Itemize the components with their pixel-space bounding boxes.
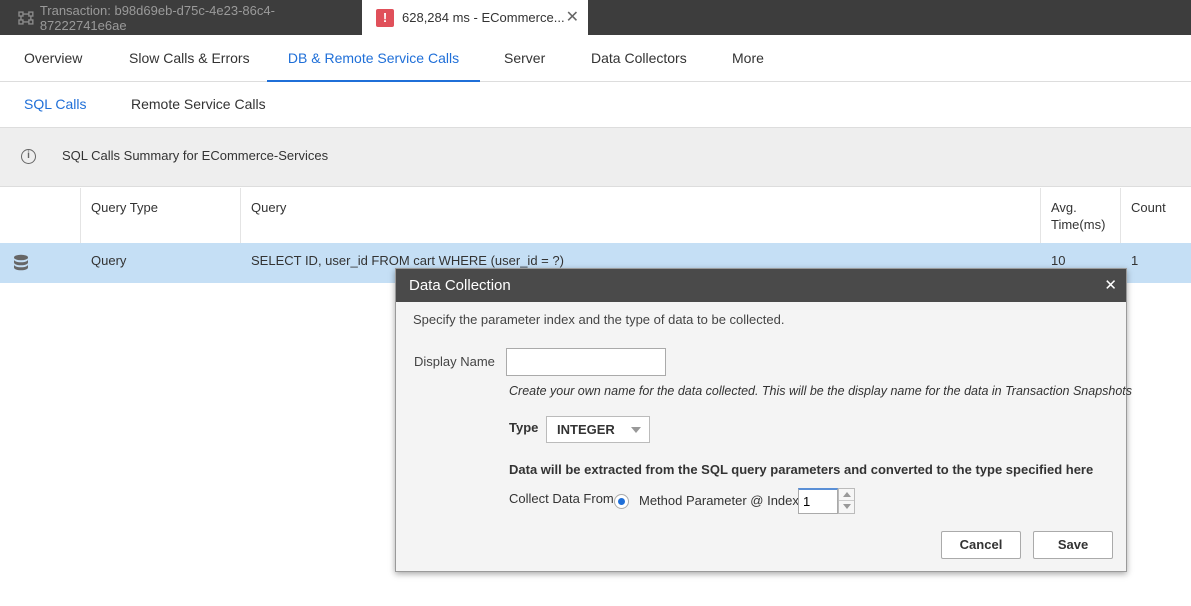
header-avg-time[interactable]: Avg. Time(ms) <box>1040 188 1120 243</box>
summary-title: SQL Calls Summary for ECommerce-Services <box>62 148 329 163</box>
save-button[interactable]: Save <box>1033 531 1113 559</box>
tab-more[interactable]: More <box>732 35 764 82</box>
type-select[interactable]: INTEGER <box>546 416 650 443</box>
summary-bar: i SQL Calls Summary for ECommerce-Servic… <box>0 128 1191 187</box>
close-icon[interactable]: ✕ <box>566 7 579 27</box>
display-name-hint: Create your own name for the data collec… <box>509 384 1133 398</box>
cancel-button[interactable]: Cancel <box>941 531 1021 559</box>
subtab-remote-service-calls[interactable]: Remote Service Calls <box>131 82 266 127</box>
chevron-down-icon <box>631 427 641 433</box>
table-header: Query Type Query Avg. Time(ms) Count <box>0 188 1191 243</box>
tab-overview[interactable]: Overview <box>24 35 82 82</box>
stepper-down-icon[interactable] <box>839 501 854 513</box>
cell-query-type: Query <box>91 253 127 268</box>
dialog-description: Specify the parameter index and the type… <box>413 312 785 327</box>
method-parameter-label: Method Parameter @ Index: <box>639 493 803 508</box>
display-name-label: Display Name <box>414 354 495 369</box>
tab-data-collectors[interactable]: Data Collectors <box>591 35 687 82</box>
window-tab-bar: Transaction: b98d69eb-d75c-4e23-86c4-872… <box>0 0 1191 35</box>
index-stepper <box>838 488 855 514</box>
extract-note: Data will be extracted from the SQL quer… <box>509 462 1094 477</box>
window-tab-transaction[interactable]: Transaction: b98d69eb-d75c-4e23-86c4-872… <box>0 0 358 35</box>
dialog-header: Data Collection ✕ <box>396 269 1126 302</box>
header-count[interactable]: Count <box>1120 188 1191 243</box>
alert-icon: ! <box>376 8 394 27</box>
data-collection-dialog: Data Collection ✕ Specify the parameter … <box>395 268 1132 572</box>
sub-nav: SQL Calls Remote Service Calls <box>0 82 1191 128</box>
window-tab-title: Transaction: b98d69eb-d75c-4e23-86c4-872… <box>39 2 275 33</box>
method-parameter-radio[interactable] <box>614 494 629 509</box>
cell-count: 1 <box>1131 253 1139 268</box>
tab-server[interactable]: Server <box>504 35 545 82</box>
header-query[interactable]: Query <box>240 188 1040 243</box>
dialog-title: Data Collection <box>409 277 511 294</box>
display-name-input[interactable] <box>506 348 666 376</box>
collect-from-label: Collect Data From <box>509 491 614 506</box>
close-icon[interactable]: ✕ <box>1104 269 1117 302</box>
parameter-index-input[interactable] <box>798 488 838 514</box>
transaction-icon <box>18 10 34 25</box>
tab-slow-calls-errors[interactable]: Slow Calls & Errors <box>129 35 250 82</box>
header-query-type[interactable]: Query Type <box>80 188 240 243</box>
stepper-up-icon[interactable] <box>839 489 854 501</box>
header-icon-col <box>0 188 80 243</box>
subtab-sql-calls[interactable]: SQL Calls <box>24 82 87 127</box>
info-icon: i <box>21 149 36 164</box>
database-icon <box>14 254 28 271</box>
tab-db-remote-service-calls[interactable]: DB & Remote Service Calls <box>267 35 480 82</box>
main-nav: Overview Slow Calls & Errors DB & Remote… <box>0 35 1191 82</box>
window-tab-snapshot[interactable]: ! 628,284 ms - ECommerce... ✕ <box>362 0 588 35</box>
type-label: Type <box>509 420 539 435</box>
window-tab-title: 628,284 ms - ECommerce... <box>402 10 565 25</box>
type-select-value: INTEGER <box>557 422 615 437</box>
radio-selected-dot <box>618 498 625 505</box>
